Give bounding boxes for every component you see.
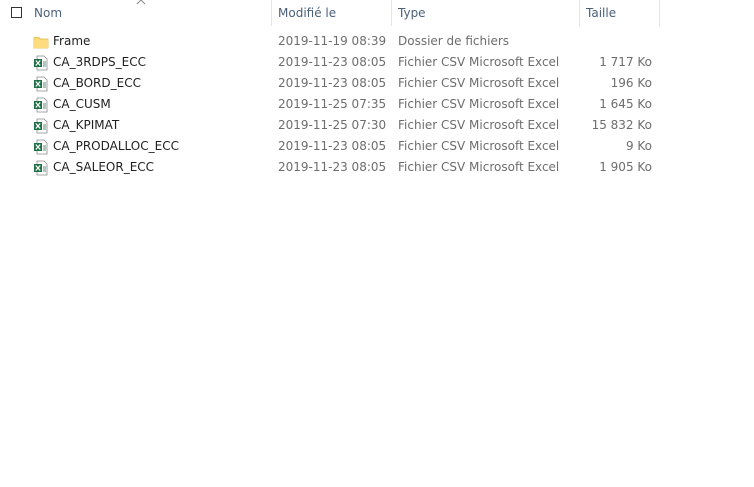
file-modified-date: 2019-11-19 08:39: [278, 34, 387, 48]
file-name: CA_CUSM: [53, 97, 111, 111]
file-size: 1 645 Ko: [599, 97, 652, 111]
file-modified-date: 2019-11-23 08:05: [278, 139, 387, 153]
file-list: Frame 2019-11-19 08:39 Dossier de fichie…: [0, 31, 754, 178]
file-name: CA_3RDPS_ECC: [53, 55, 146, 69]
file-modified-date: 2019-11-25 07:35: [278, 97, 387, 111]
file-name: CA_PRODALLOC_ECC: [53, 139, 179, 153]
column-divider[interactable]: [579, 0, 580, 26]
file-size: 9 Ko: [625, 139, 652, 153]
file-modified-date: 2019-11-25 07:30: [278, 118, 387, 132]
column-header-date[interactable]: Modifié le: [278, 0, 336, 26]
column-header-bar: Nom Modifié le Type Taille: [0, 0, 754, 26]
file-type: Dossier de fichiers: [398, 34, 510, 48]
excel-csv-icon: [34, 139, 48, 155]
file-type: Fichier CSV Microsoft Excel: [398, 118, 560, 132]
excel-csv-icon: [34, 118, 48, 134]
file-size: 1 905 Ko: [599, 160, 652, 174]
sort-ascending-icon: [136, 0, 146, 5]
column-divider[interactable]: [659, 0, 660, 26]
file-size: 15 832 Ko: [591, 118, 652, 132]
file-type: Fichier CSV Microsoft Excel: [398, 76, 560, 90]
excel-csv-icon: [34, 76, 48, 92]
file-type: Fichier CSV Microsoft Excel: [398, 139, 560, 153]
file-name: CA_BORD_ECC: [53, 76, 141, 90]
file-size: 196 Ko: [610, 76, 652, 90]
excel-csv-icon: [34, 55, 48, 71]
excel-csv-icon: [34, 97, 48, 113]
file-modified-date: 2019-11-23 08:05: [278, 55, 387, 69]
file-type: Fichier CSV Microsoft Excel: [398, 97, 560, 111]
file-row-ca-3rdps-ecc[interactable]: CA_3RDPS_ECC 2019-11-23 08:05 Fichier CS…: [0, 52, 660, 73]
file-row-ca-bord-ecc[interactable]: CA_BORD_ECC 2019-11-23 08:05 Fichier CSV…: [0, 73, 660, 94]
file-row-frame[interactable]: Frame 2019-11-19 08:39 Dossier de fichie…: [0, 31, 660, 52]
file-row-ca-prodalloc-ecc[interactable]: CA_PRODALLOC_ECC 2019-11-23 08:05 Fichie…: [0, 136, 660, 157]
file-type: Fichier CSV Microsoft Excel: [398, 160, 560, 174]
file-modified-date: 2019-11-23 08:05: [278, 76, 387, 90]
file-type: Fichier CSV Microsoft Excel: [398, 55, 560, 69]
file-name: CA_KPIMAT: [53, 118, 120, 132]
folder-icon: [33, 37, 49, 49]
file-name: Frame: [53, 34, 91, 48]
file-name: CA_SALEOR_ECC: [53, 160, 155, 174]
file-explorer-list: Nom Modifié le Type Taille Frame 2019-11…: [0, 0, 754, 487]
column-header-size[interactable]: Taille: [586, 0, 616, 26]
file-size: 1 717 Ko: [599, 55, 652, 69]
excel-csv-icon: [34, 160, 48, 176]
select-all-checkbox[interactable]: [11, 7, 22, 18]
file-row-ca-kpimat[interactable]: CA_KPIMAT 2019-11-25 07:30 Fichier CSV M…: [0, 115, 660, 136]
column-header-name[interactable]: Nom: [34, 0, 62, 26]
column-divider[interactable]: [391, 0, 392, 26]
column-divider[interactable]: [271, 0, 272, 26]
column-header-type[interactable]: Type: [398, 0, 426, 26]
file-row-ca-cusm[interactable]: CA_CUSM 2019-11-25 07:35 Fichier CSV Mic…: [0, 94, 660, 115]
file-modified-date: 2019-11-23 08:05: [278, 160, 387, 174]
file-row-ca-saleor-ecc[interactable]: CA_SALEOR_ECC 2019-11-23 08:05 Fichier C…: [0, 157, 660, 178]
